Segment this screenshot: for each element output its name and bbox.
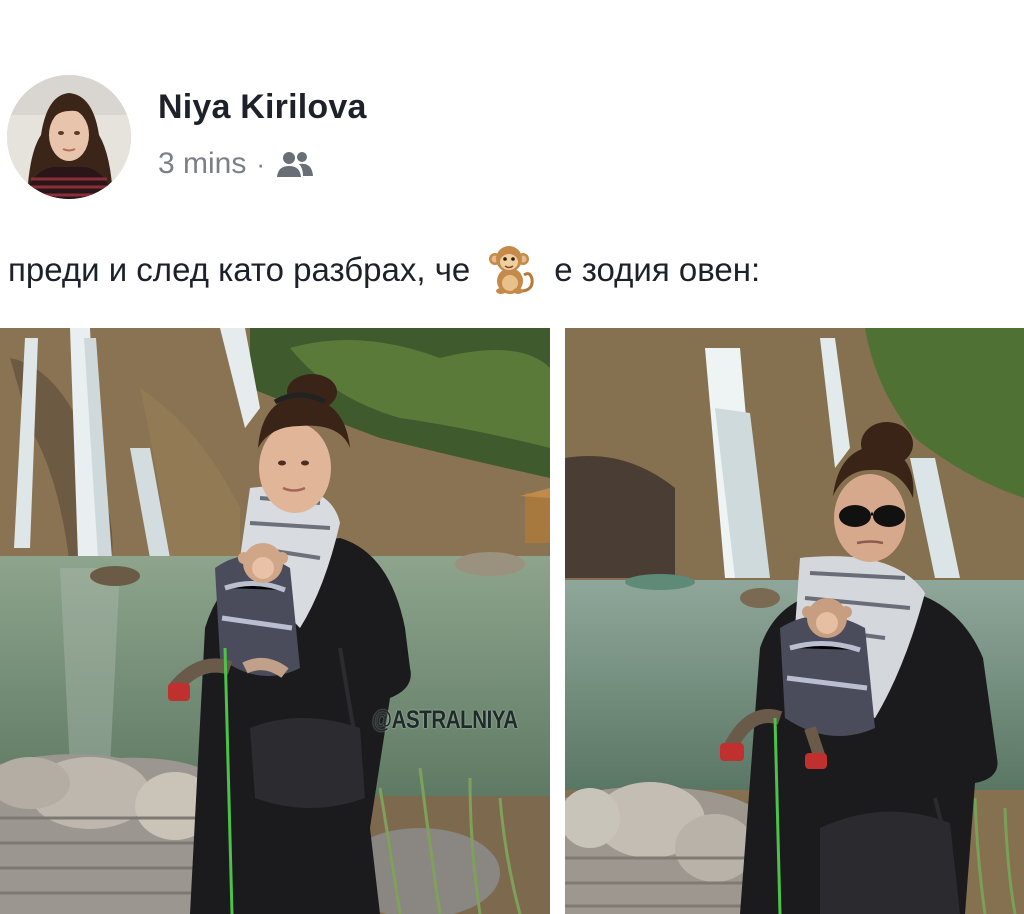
avatar[interactable] [7, 75, 131, 199]
photo-before[interactable]: @ASTRALNIYA [0, 328, 550, 914]
caption-text-after: е зодия овен: [554, 251, 761, 288]
photo-after-image [565, 328, 1024, 914]
monkey-emoji-icon [484, 241, 542, 299]
caption-text-before: преди и след като разбрах, че [8, 251, 471, 288]
post-meta: 3 mins · [158, 144, 315, 184]
author-name[interactable]: Niya Kirilova [158, 88, 367, 127]
timestamp[interactable]: 3 mins [158, 147, 246, 181]
photo-before-image [0, 328, 550, 914]
avatar-photo [7, 75, 131, 199]
photo-after[interactable] [565, 328, 1024, 914]
friends-icon[interactable] [275, 149, 315, 179]
post-caption: преди и след като разбрах, че е зодия ов… [8, 240, 1024, 300]
meta-separator: · [256, 148, 266, 179]
post-header: Niya Kirilova 3 mins · [0, 0, 1024, 220]
photo-watermark: @ASTRALNIYA [372, 706, 518, 734]
